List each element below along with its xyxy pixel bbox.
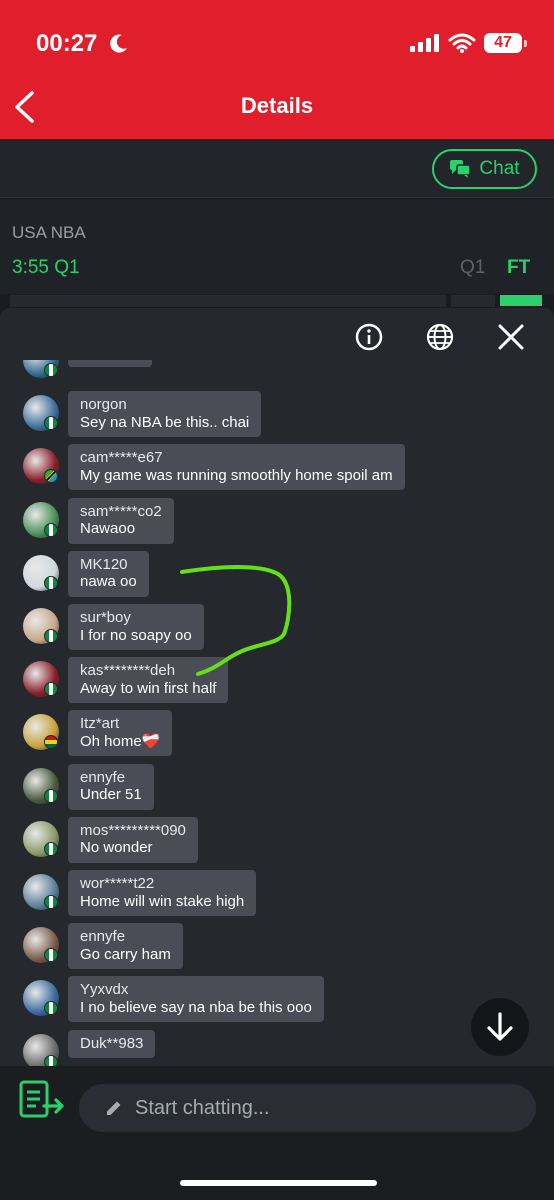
- pencil-icon: [107, 1101, 121, 1115]
- message-bubble[interactable]: MK120 nawa oo: [68, 550, 149, 597]
- tanzania-flag-icon: [44, 469, 58, 484]
- message-author: mos*********090: [80, 821, 186, 839]
- page-title: Details: [240, 93, 314, 118]
- message-author: Duk**983: [80, 1034, 144, 1052]
- message-text: nawa oo: [80, 573, 137, 591]
- battery-indicator: 47: [484, 33, 522, 53]
- message-text: Home will win stake high: [80, 892, 245, 910]
- list-item: mos*********090 No wonder: [0, 816, 554, 873]
- nigeria-flag-icon: [44, 682, 58, 697]
- nigeria-flag-icon: [44, 895, 58, 909]
- wifi-icon: [448, 33, 476, 53]
- nigeria-flag-icon: [44, 575, 58, 590]
- ft-active-indicator: [500, 295, 542, 306]
- message-text: Sey na NBA be this.. chai: [80, 413, 250, 431]
- status-time: 00:27: [36, 30, 98, 57]
- list-item: Itz*art Oh home❤️‍🩹: [0, 710, 554, 766]
- match-info: USA NBA 3:55 Q1 Q1 FT: [0, 199, 554, 294]
- score-track-q1: [451, 295, 495, 307]
- message-author: cam*****e67: [80, 449, 163, 467]
- list-item: sam*****co2 Nawaoo: [0, 497, 554, 554]
- message-bubble[interactable]: Duk**983: [68, 1029, 156, 1059]
- message-text: Go carry ham: [80, 945, 171, 963]
- scroll-to-bottom-button[interactable]: [471, 998, 529, 1056]
- ticket-icon[interactable]: [18, 1080, 66, 1120]
- message-bubble[interactable]: mos*********090 No wonder: [68, 816, 198, 863]
- nigeria-flag-icon: [44, 788, 58, 803]
- chat-input[interactable]: [79, 1084, 536, 1132]
- battery-tip: [524, 40, 527, 47]
- match-clock: 3:55 Q1: [12, 257, 80, 278]
- message-text: My game was running smoothly home spoil …: [80, 466, 393, 484]
- message-list[interactable]: see fools norgonSey na NBA be this.. chai…: [0, 360, 554, 1066]
- message-bubble[interactable]: ennyfe Under 51: [68, 763, 154, 810]
- status-bar: 00:27 47: [0, 28, 554, 62]
- nigeria-flag-icon: [44, 1054, 58, 1066]
- nigeria-flag-icon: [44, 1001, 58, 1016]
- message-bubble[interactable]: ennyfe Go carry ham: [68, 923, 183, 970]
- home-indicator: [180, 1180, 377, 1186]
- moon-icon: [110, 34, 127, 53]
- message-author: MK120: [80, 555, 128, 573]
- top-bar: 00:27 47 Details: [0, 0, 554, 139]
- chat-toggle-row: Chat: [0, 139, 554, 198]
- list-item: wor*****t22 Home will win stake high: [0, 870, 554, 926]
- nigeria-flag-icon: [44, 841, 58, 856]
- message-bubble[interactable]: wor*****t22 Home will win stake high: [68, 870, 257, 916]
- message-text: see fools: [80, 360, 140, 361]
- message-text: Oh home❤️‍🩹: [80, 732, 161, 750]
- message-author: Yyxvdx: [80, 981, 129, 999]
- globe-icon[interactable]: [425, 322, 455, 352]
- annotation-scribble: [180, 565, 292, 676]
- list-item: see fools: [0, 360, 554, 394]
- score-track: [10, 295, 446, 307]
- chat-icon: [450, 160, 472, 178]
- chat-panel: see fools norgonSey na NBA be this.. chai…: [0, 308, 554, 1066]
- message-bubble[interactable]: cam*****e67 My game was running smoothly …: [68, 444, 405, 491]
- message-author: wor*****t22: [80, 875, 155, 892]
- list-item: cam*****e67 My game was running smoothly …: [0, 444, 554, 500]
- nigeria-flag-icon: [44, 948, 58, 963]
- message-text: No wonder: [80, 839, 153, 857]
- message-author: sam*****co2: [80, 502, 162, 520]
- message-author: Itz*art: [80, 715, 120, 733]
- message-author: ennyfe: [80, 928, 126, 946]
- message-author: norgon: [80, 396, 127, 414]
- chat-button[interactable]: Chat: [432, 149, 537, 189]
- tab-q1[interactable]: Q1: [460, 257, 485, 279]
- nigeria-flag-icon: [44, 416, 58, 431]
- league-name: USA NBA: [12, 223, 86, 242]
- message-text: Nawaoo: [80, 520, 136, 538]
- chat-panel-toolbar: [0, 308, 554, 366]
- list-item: norgon Sey na NBA be this.. chai: [0, 391, 554, 447]
- message-bubble[interactable]: sam*****co2 Nawaoo: [68, 497, 174, 544]
- tab-ft[interactable]: FT: [507, 257, 530, 279]
- message-bubble[interactable]: see fools: [68, 360, 153, 367]
- message-bubble[interactable]: Yyxvdx I no believe say na nba be this oo…: [68, 976, 324, 1023]
- nigeria-flag-icon: [44, 363, 58, 377]
- signal-icon: [410, 34, 439, 52]
- message-text: Under 51: [80, 786, 142, 804]
- message-text: I no believe say na nba be this ooo: [80, 998, 312, 1016]
- arrow-down-icon: [487, 1012, 513, 1041]
- chat-button-label: Chat: [479, 158, 520, 179]
- list-item: ennyfe Under 51: [0, 763, 554, 820]
- message-author: ennyfe: [80, 768, 126, 786]
- nigeria-flag-icon: [44, 522, 58, 537]
- close-icon[interactable]: [496, 322, 526, 352]
- list-item: ennyfe Go carry ham: [0, 923, 554, 979]
- ghana-flag-icon: [44, 735, 58, 750]
- nigeria-flag-icon: [44, 629, 58, 643]
- info-icon[interactable]: [354, 322, 384, 352]
- message-bubble[interactable]: norgon Sey na NBA be this.. chai: [68, 391, 262, 438]
- message-bubble[interactable]: Itz*art Oh home❤️‍🩹: [68, 710, 173, 757]
